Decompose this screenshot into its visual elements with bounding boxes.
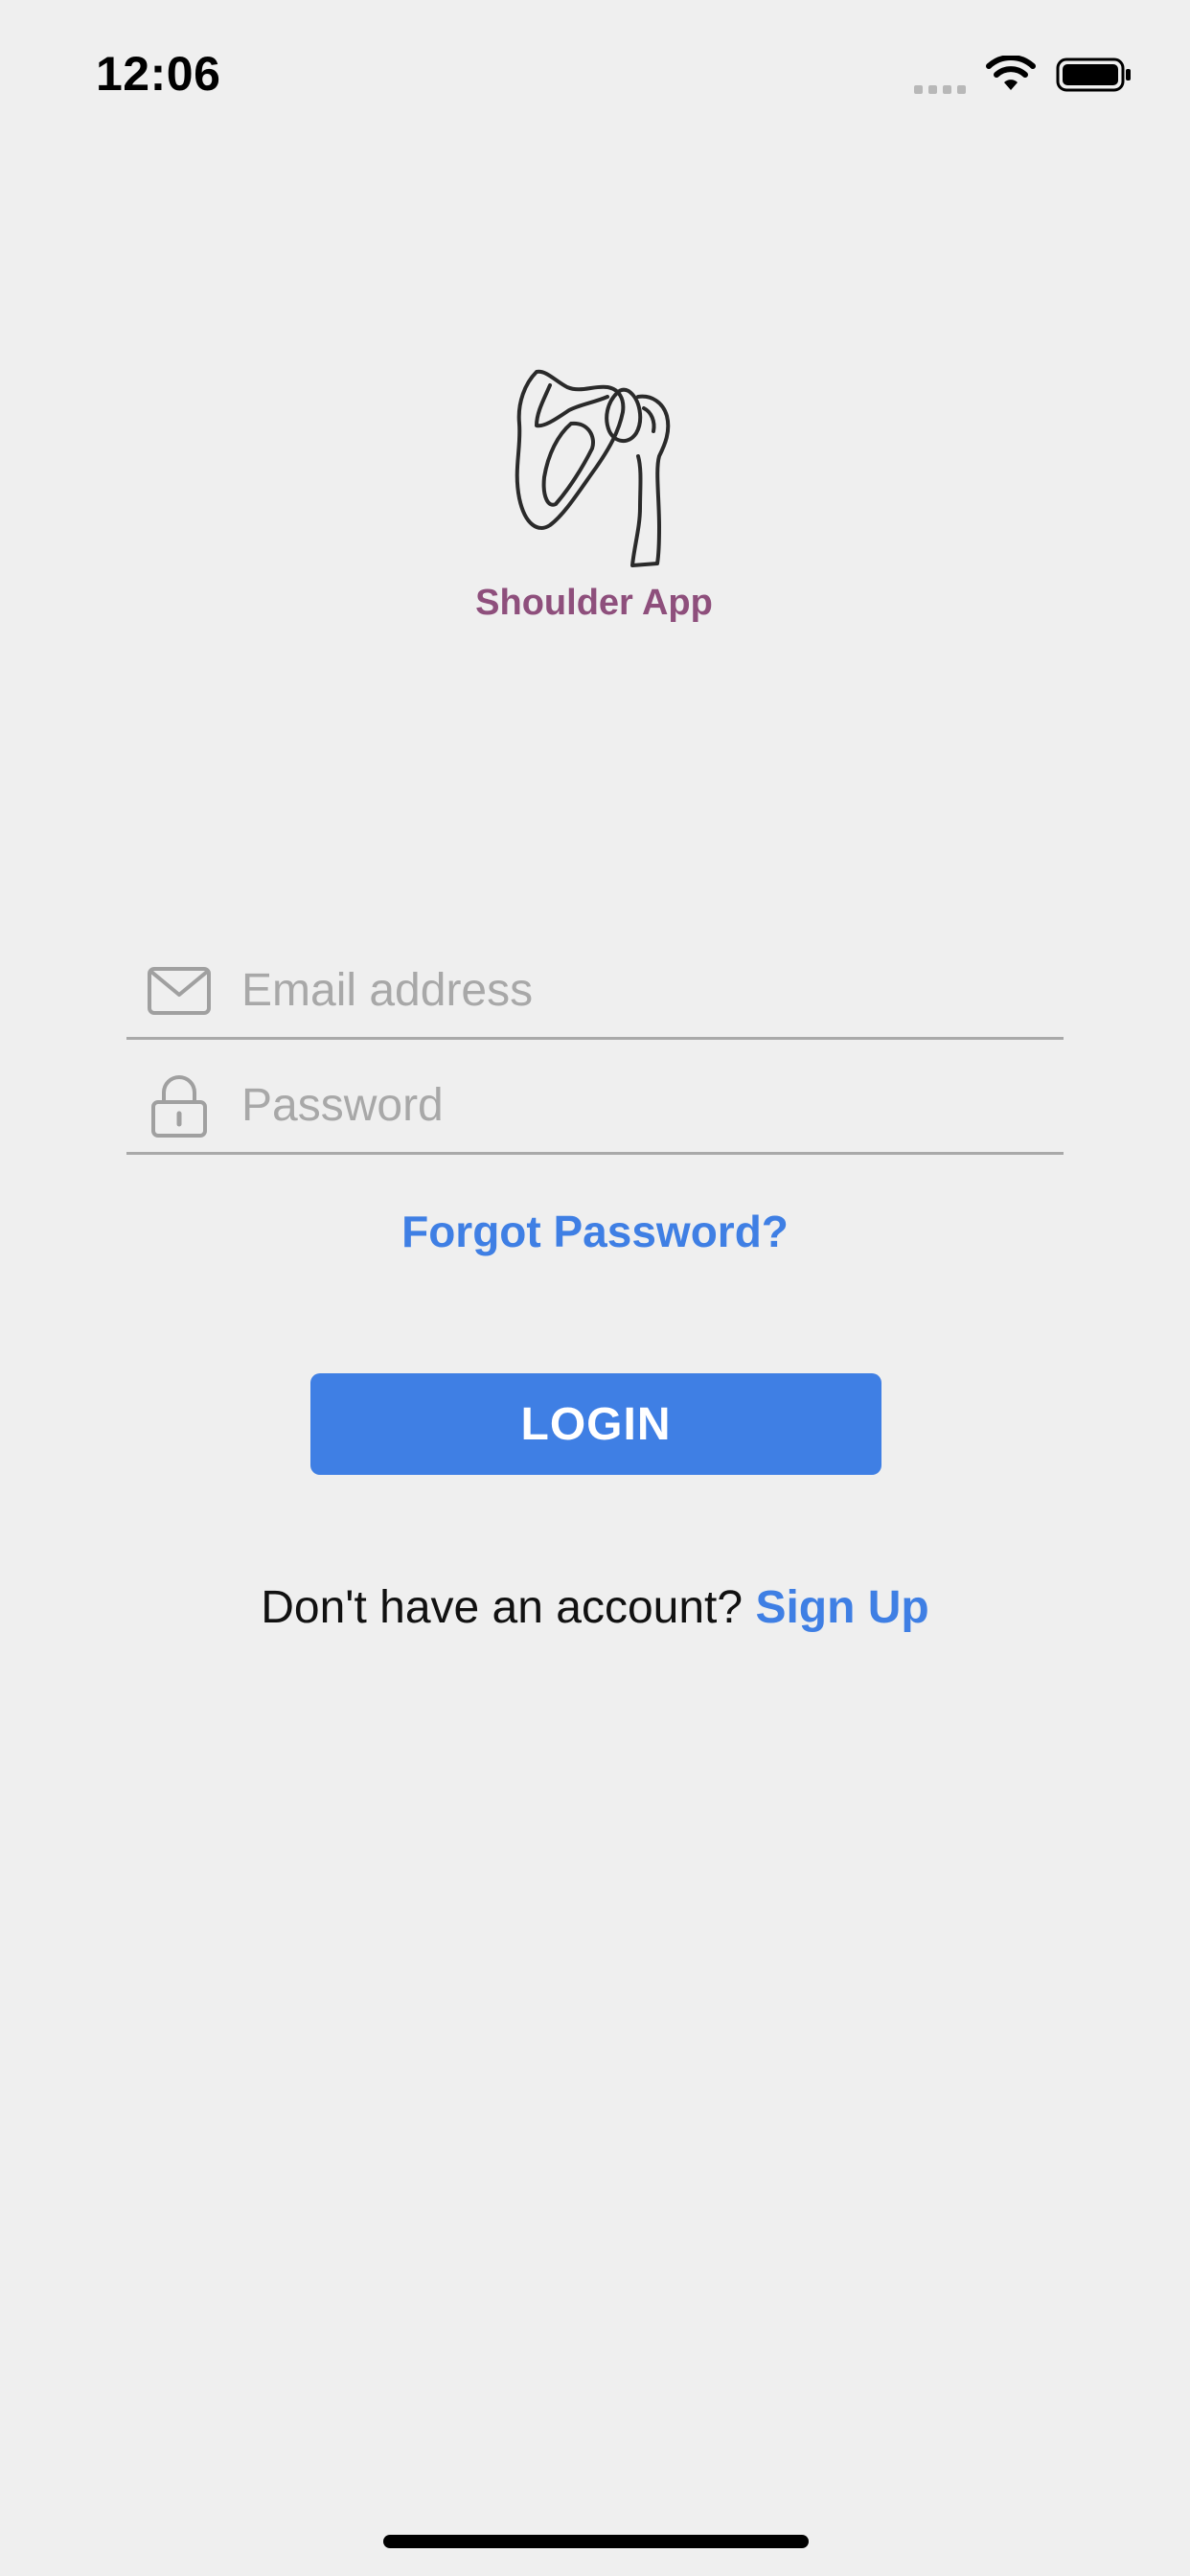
envelope-icon xyxy=(146,966,213,1016)
status-icons xyxy=(914,56,1133,94)
signup-prompt: Don't have an account? xyxy=(261,1582,744,1633)
signup-link[interactable]: Sign Up xyxy=(755,1582,928,1633)
forgot-password-link[interactable]: Forgot Password? xyxy=(0,1206,1190,1257)
app-logo-text: Shoulder App xyxy=(475,583,713,623)
login-button[interactable]: LOGIN xyxy=(310,1373,881,1475)
lock-icon xyxy=(146,1073,213,1138)
cellular-signal-icon xyxy=(914,56,966,94)
password-input[interactable] xyxy=(241,1079,1064,1132)
email-input[interactable] xyxy=(241,964,1064,1017)
shoulder-bone-icon xyxy=(515,369,671,567)
app-logo: Shoulder App xyxy=(460,364,728,624)
wifi-icon xyxy=(986,56,1036,90)
login-screen: 12:06 Shoulder App Email address Forgot … xyxy=(0,0,1190,2576)
password-field xyxy=(126,1059,1064,1155)
home-indicator[interactable] xyxy=(383,2535,809,2548)
email-field xyxy=(126,944,1064,1040)
battery-icon xyxy=(1056,58,1131,92)
status-time: 12:06 xyxy=(96,47,221,101)
signup-row: Don't have an account? Sign Up xyxy=(0,1581,1190,1634)
